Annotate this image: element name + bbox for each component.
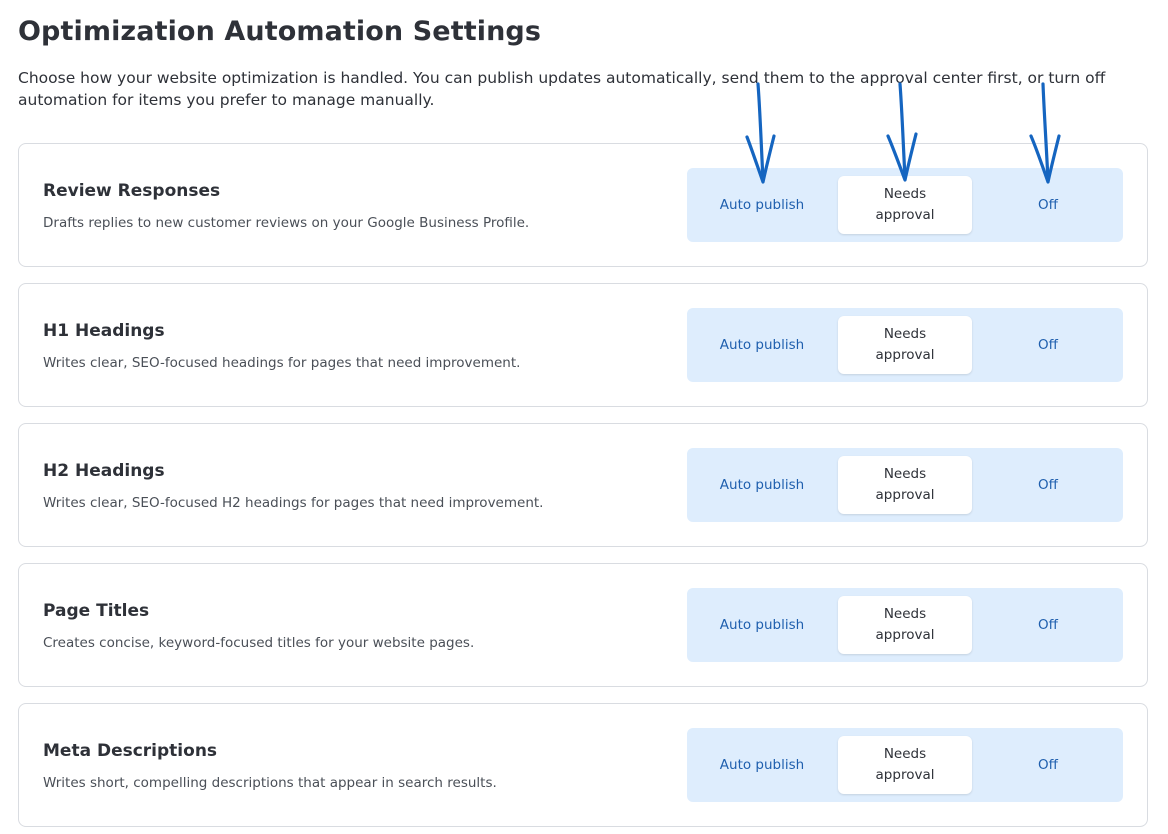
setting-title: H2 Headings — [43, 461, 165, 481]
needs-approval-line1: Needs — [883, 186, 927, 202]
automation-mode-selector: Auto publish Needs approval Off — [687, 168, 1123, 242]
needs-approval-option[interactable]: Needs approval — [838, 596, 972, 654]
setting-title: Review Responses — [43, 181, 221, 201]
auto-publish-option[interactable]: Auto publish — [687, 308, 837, 382]
automation-mode-selector: Auto publish Needs approval Off — [687, 448, 1123, 522]
needs-approval-line1: Needs — [883, 326, 927, 342]
page-title: Optimization Automation Settings — [18, 16, 542, 47]
setting-card-h1-headings: H1 Headings Writes clear, SEO-focused he… — [18, 283, 1148, 407]
auto-publish-option[interactable]: Auto publish — [687, 588, 837, 662]
needs-approval-line1: Needs — [883, 746, 927, 762]
setting-description: Drafts replies to new customer reviews o… — [43, 215, 530, 231]
auto-publish-option[interactable]: Auto publish — [687, 168, 837, 242]
setting-card-h2-headings: H2 Headings Writes clear, SEO-focused H2… — [18, 423, 1148, 547]
setting-description: Writes short, compelling descriptions th… — [43, 775, 497, 791]
setting-card-meta-descriptions: Meta Descriptions Writes short, compelli… — [18, 703, 1148, 827]
setting-description: Creates concise, keyword-focused titles … — [43, 635, 475, 651]
auto-publish-option[interactable]: Auto publish — [687, 728, 837, 802]
automation-mode-selector: Auto publish Needs approval Off — [687, 728, 1123, 802]
needs-approval-line2: approval — [875, 627, 935, 643]
off-option[interactable]: Off — [973, 588, 1123, 662]
setting-description: Writes clear, SEO-focused headings for p… — [43, 355, 521, 371]
automation-mode-selector: Auto publish Needs approval Off — [687, 308, 1123, 382]
needs-approval-line1: Needs — [883, 606, 927, 622]
setting-description: Writes clear, SEO-focused H2 headings fo… — [43, 495, 544, 511]
needs-approval-line2: approval — [875, 207, 935, 223]
page-description: Choose how your website optimization is … — [18, 69, 1106, 109]
setting-card-review-responses: Review Responses Drafts replies to new c… — [18, 143, 1148, 267]
auto-publish-option[interactable]: Auto publish — [687, 448, 837, 522]
needs-approval-line2: approval — [875, 767, 935, 783]
needs-approval-option[interactable]: Needs approval — [838, 316, 972, 374]
needs-approval-option[interactable]: Needs approval — [838, 456, 972, 514]
setting-title: Page Titles — [43, 601, 150, 621]
setting-card-page-titles: Page Titles Creates concise, keyword-foc… — [18, 563, 1148, 687]
needs-approval-option[interactable]: Needs approval — [838, 176, 972, 234]
automation-mode-selector: Auto publish Needs approval Off — [687, 588, 1123, 662]
needs-approval-option[interactable]: Needs approval — [838, 736, 972, 794]
needs-approval-line1: Needs — [883, 466, 927, 482]
needs-approval-line2: approval — [875, 347, 935, 363]
setting-title: H1 Headings — [43, 321, 165, 341]
off-option[interactable]: Off — [973, 308, 1123, 382]
setting-title: Meta Descriptions — [43, 741, 218, 761]
off-option[interactable]: Off — [973, 448, 1123, 522]
off-option[interactable]: Off — [973, 168, 1123, 242]
off-option[interactable]: Off — [973, 728, 1123, 802]
needs-approval-line2: approval — [875, 487, 935, 503]
